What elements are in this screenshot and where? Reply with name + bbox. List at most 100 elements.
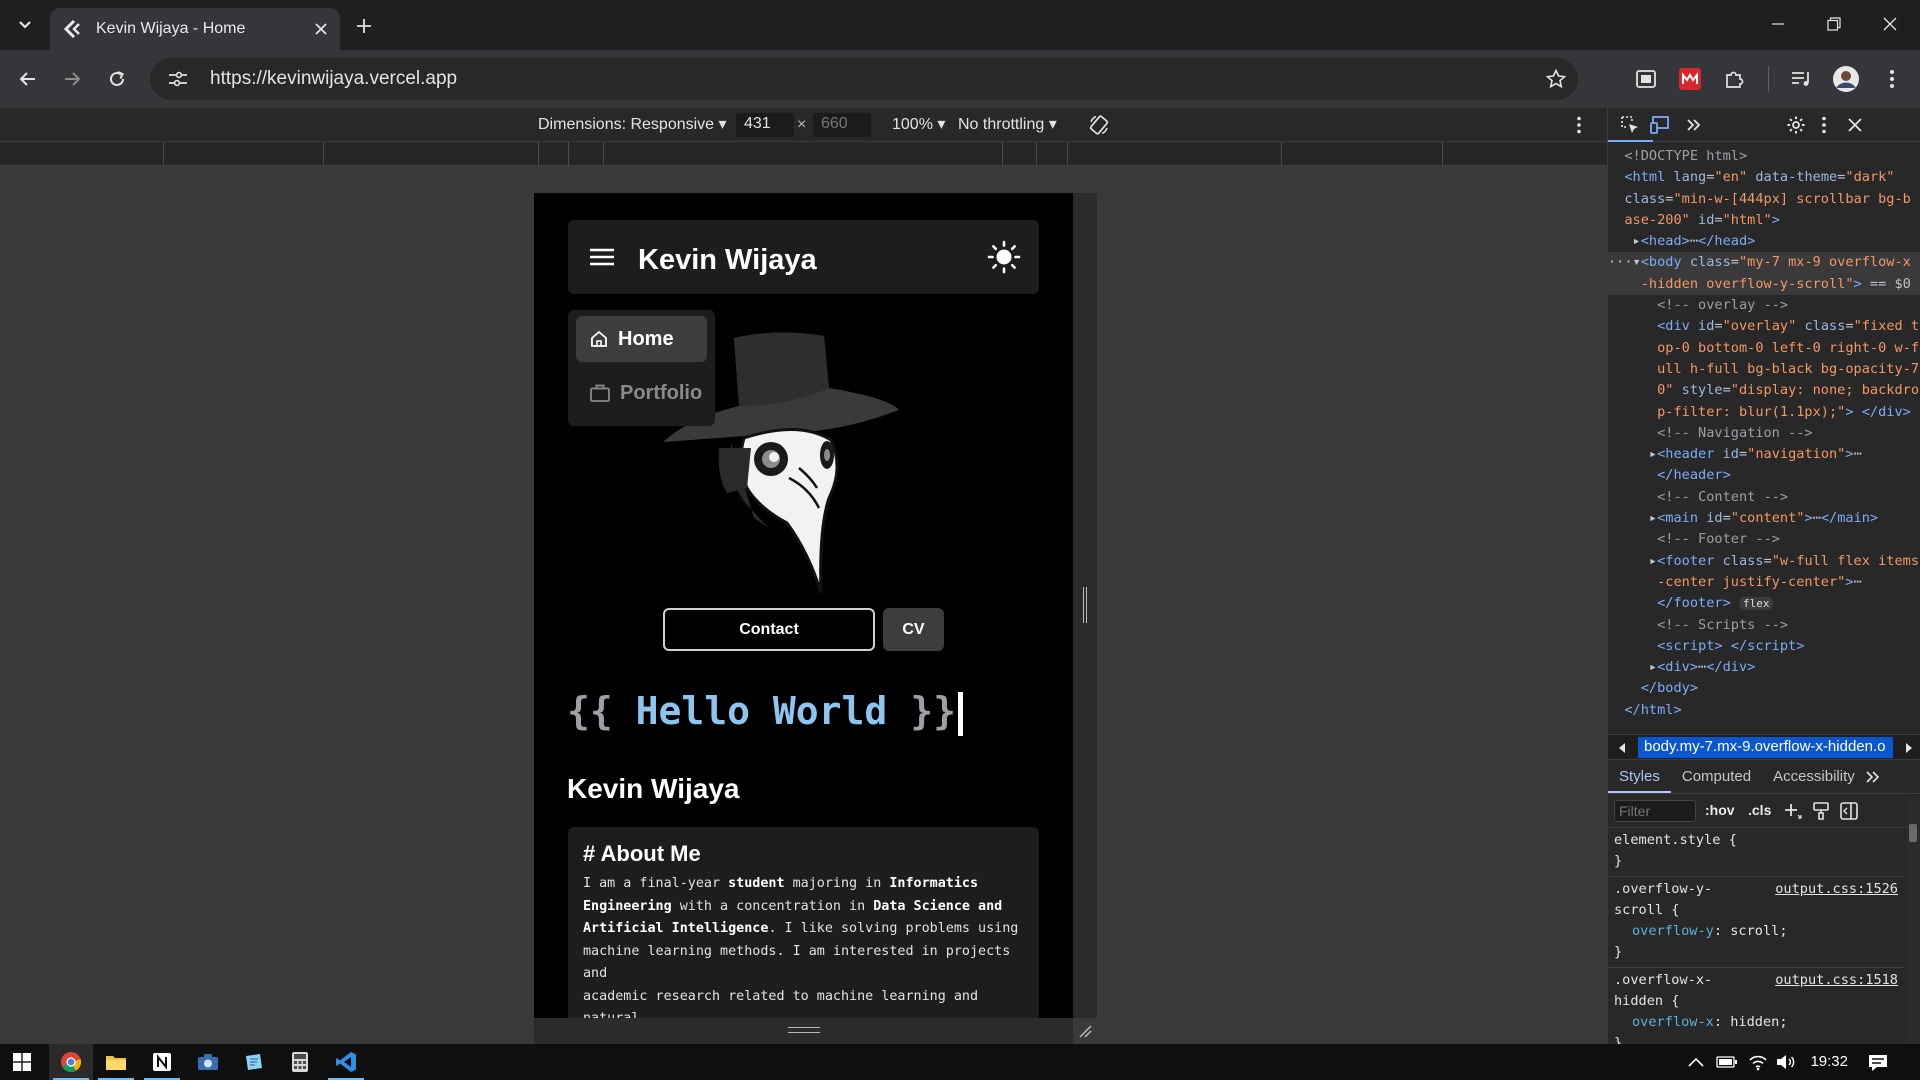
more-tabs-icon[interactable]	[1866, 770, 1880, 783]
profile-button[interactable]	[1830, 63, 1862, 95]
media-router-button[interactable]	[1630, 63, 1662, 95]
horizontal-resize-handle[interactable]	[788, 1027, 820, 1033]
rule-value[interactable]: scroll;	[1730, 923, 1787, 939]
more-tabs-icon[interactable]	[1686, 118, 1702, 132]
menu-item-home[interactable]: Home	[576, 316, 707, 362]
dom-node[interactable]: ▸<main id="content">⋯</main>	[1608, 508, 1920, 529]
height-input[interactable]: 660	[813, 113, 871, 137]
taskbar-sticky-notes[interactable]	[232, 1044, 276, 1080]
devtools-menu-icon[interactable]	[1821, 116, 1827, 134]
cv-button[interactable]: CV	[883, 608, 944, 651]
settings-gear-icon[interactable]	[1786, 115, 1806, 135]
breadcrumb-body[interactable]: body.my-7.mx-9.overflow-x-hidden.o	[1638, 737, 1893, 758]
throttling-dropdown[interactable]: No throttling ▾	[958, 114, 1057, 134]
mendeley-extension-icon	[1679, 68, 1701, 90]
browser-tab[interactable]: Kevin Wijaya - Home	[50, 8, 340, 50]
puzzle-icon	[1726, 71, 1744, 88]
battery-icon[interactable]	[1716, 1056, 1738, 1068]
scrollbar-thumb[interactable]	[1909, 824, 1917, 842]
taskbar-file-explorer[interactable]	[94, 1044, 138, 1080]
new-tab-button[interactable]	[348, 12, 380, 40]
address-bar[interactable]: https://kevinwijaya.vercel.app	[150, 58, 1578, 100]
clock[interactable]: 19:32	[1810, 1053, 1848, 1070]
dom-node[interactable]: ▸<footer class="w-full flex items	[1608, 551, 1920, 572]
rule-close: }	[1614, 853, 1623, 869]
contact-button[interactable]: Contact	[663, 608, 875, 651]
dom-node[interactable]: <!DOCTYPE html>	[1608, 146, 1920, 167]
taskbar-calculator[interactable]	[278, 1044, 322, 1080]
rule-property[interactable]: overflow-x	[1632, 1014, 1714, 1030]
style-rule[interactable]: output.css:1526 .overflow-y- scroll { ove…	[1608, 877, 1904, 968]
restore-icon	[1827, 17, 1841, 31]
start-button[interactable]	[0, 1044, 44, 1080]
vertical-resize-handle[interactable]	[1083, 587, 1087, 623]
zoom-dropdown[interactable]: 100% ▾	[892, 114, 945, 134]
reload-button[interactable]	[99, 61, 135, 97]
dom-node[interactable]: ▸<header id="navigation">⋯	[1608, 444, 1920, 465]
taskbar-vscode[interactable]	[324, 1044, 368, 1080]
rule-source-link[interactable]: output.css:1526	[1775, 879, 1898, 900]
flex-badge[interactable]: flex	[1738, 597, 1774, 611]
device-resize-side[interactable]	[1073, 193, 1097, 1018]
close-tab-icon[interactable]	[314, 22, 328, 36]
style-rule[interactable]: element.style { }	[1608, 828, 1904, 877]
new-rule-icon[interactable]	[1784, 803, 1802, 819]
styles-scrollbar[interactable]	[1906, 798, 1920, 1044]
bookmark-star-icon[interactable]	[1546, 69, 1566, 89]
dom-node[interactable]: <html lang="en" data-theme="dark"	[1608, 167, 1920, 188]
style-rules-list[interactable]: element.style { } output.css:1526 .overfl…	[1608, 828, 1904, 1058]
selected-dom-node[interactable]: ···▾<body class="my-7 mx-9 overflow-x	[1608, 252, 1920, 274]
close-devtools-icon[interactable]	[1848, 118, 1862, 132]
forward-button[interactable]	[54, 61, 90, 97]
name-heading: Kevin Wijaya	[567, 773, 740, 804]
wifi-icon[interactable]	[1748, 1053, 1768, 1071]
cls-toggle[interactable]: .cls	[1748, 802, 1771, 818]
hamburger-menu-icon[interactable]	[590, 248, 614, 266]
rule-property[interactable]: overflow-y	[1632, 923, 1714, 939]
taskbar-notion[interactable]	[140, 1044, 184, 1080]
browser-menu-button[interactable]	[1876, 63, 1908, 95]
hov-toggle[interactable]: :hov	[1705, 802, 1735, 818]
device-toolbar-menu-icon[interactable]	[1576, 116, 1582, 134]
taskbar-camera[interactable]	[186, 1044, 230, 1080]
rule-value[interactable]: hidden;	[1730, 1014, 1787, 1030]
restore-button[interactable]	[1806, 0, 1862, 48]
dom-node[interactable]: <div id="overlay" class="fixed t	[1608, 316, 1920, 337]
toggle-sidebar-icon[interactable]	[1840, 802, 1858, 820]
taskbar-chrome[interactable]	[49, 1044, 93, 1080]
back-button[interactable]	[10, 61, 46, 97]
extensions-menu-button[interactable]	[1718, 63, 1750, 95]
notifications-icon[interactable]	[1868, 1054, 1888, 1072]
device-resize-bottom[interactable]	[534, 1018, 1092, 1044]
reading-list-button[interactable]	[1785, 63, 1817, 95]
tab-search-button[interactable]	[8, 9, 42, 41]
minimize-button[interactable]	[1750, 0, 1806, 48]
rotate-icon[interactable]	[1088, 114, 1110, 136]
close-window-button[interactable]	[1862, 0, 1918, 48]
volume-icon[interactable]	[1776, 1054, 1796, 1070]
dimensions-dropdown[interactable]: Dimensions: Responsive ▾	[538, 114, 727, 134]
show-hidden-icons-icon[interactable]	[1688, 1057, 1704, 1067]
dom-node[interactable]: ▸<div>⋯</div>	[1608, 657, 1920, 678]
extension-button[interactable]	[1674, 63, 1706, 95]
width-input[interactable]: 431	[736, 113, 794, 137]
tab-styles[interactable]: Styles	[1608, 768, 1671, 793]
rule-source-link[interactable]: output.css:1518	[1775, 970, 1898, 991]
device-mode-icon[interactable]	[1650, 116, 1670, 134]
menu-item-portfolio[interactable]: Portfolio	[576, 370, 707, 416]
paint-brush-icon[interactable]	[1813, 802, 1829, 820]
tab-computed[interactable]: Computed	[1671, 768, 1762, 785]
dom-node[interactable]: <script> </script>	[1608, 636, 1920, 657]
media-query-ruler[interactable]	[0, 142, 1607, 166]
tab-accessibility[interactable]: Accessibility	[1762, 768, 1866, 785]
styles-filter-input[interactable]	[1614, 800, 1696, 822]
corner-resize-icon[interactable]	[1078, 1024, 1092, 1038]
dom-node[interactable]: ▸<head>⋯</head>	[1608, 231, 1920, 252]
site-brand[interactable]: Kevin Wijaya	[638, 244, 817, 277]
site-info-icon[interactable]	[168, 70, 188, 88]
crumb-left-icon[interactable]	[1618, 743, 1626, 753]
crumb-right-icon[interactable]	[1905, 743, 1913, 753]
elements-tree[interactable]: <!DOCTYPE html> <html lang="en" data-the…	[1608, 146, 1920, 721]
sun-icon[interactable]	[987, 240, 1021, 274]
inspect-element-icon[interactable]	[1621, 116, 1639, 134]
